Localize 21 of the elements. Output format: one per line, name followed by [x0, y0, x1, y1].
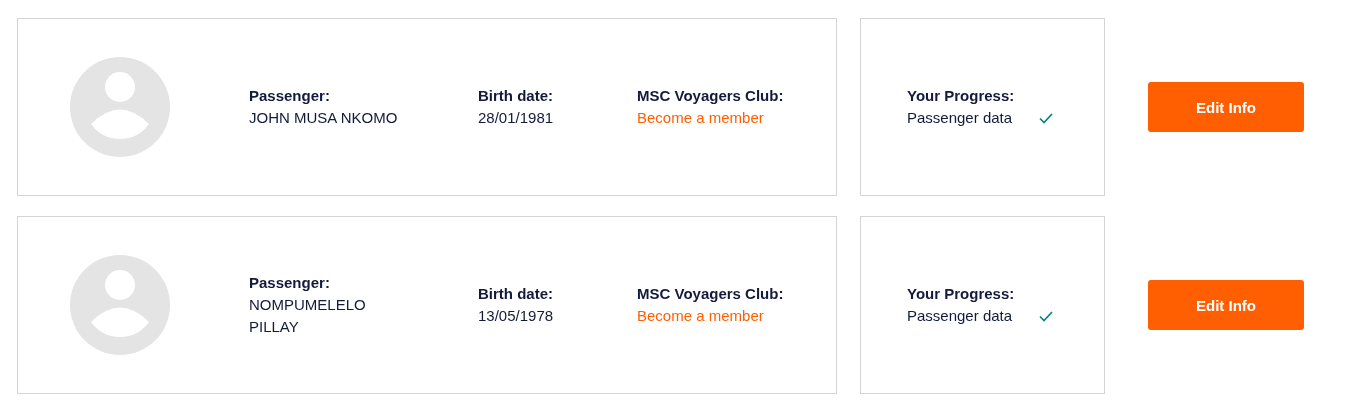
birth-date: 13/05/1978 [478, 306, 554, 326]
passenger-name: NOMPUMELELO [249, 295, 366, 315]
birth-date: 28/01/1981 [478, 108, 554, 128]
passenger-name: JOHN MUSA NKOMO [249, 108, 398, 128]
club-label: MSC Voyagers Club: [637, 284, 784, 304]
club-label: MSC Voyagers Club: [637, 86, 784, 106]
passenger-label: Passenger: [249, 86, 330, 106]
edit-info-button[interactable]: Edit Info [1148, 280, 1304, 330]
become-member-link[interactable]: Become a member [637, 107, 764, 129]
birth-date-label: Birth date: [478, 284, 553, 304]
passenger-label: Passenger: [249, 273, 330, 293]
avatar-icon [70, 255, 170, 355]
birth-date-label: Birth date: [478, 86, 553, 106]
progress-item: Passenger data [907, 108, 1013, 128]
passenger-name: PILLAY [249, 317, 299, 337]
progress-label: Your Progress: [907, 284, 1015, 304]
avatar-icon [70, 57, 170, 157]
become-member-link[interactable]: Become a member [637, 305, 764, 327]
progress-item: Passenger data [907, 306, 1013, 326]
progress-label: Your Progress: [907, 86, 1015, 106]
edit-info-button[interactable]: Edit Info [1148, 82, 1304, 132]
